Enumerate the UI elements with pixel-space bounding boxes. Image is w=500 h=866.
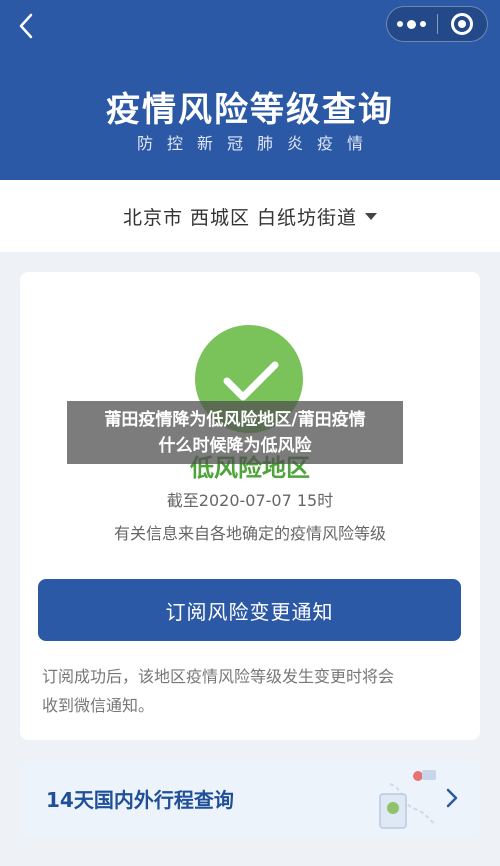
- travel-query-card[interactable]: 14天国内外行程查询: [20, 760, 480, 836]
- page-title: 疫情风险等级查询: [106, 90, 394, 130]
- target-icon: [451, 13, 474, 35]
- map-route-illustration-icon: [379, 770, 436, 829]
- headline-overlay: 莆田疫情降为低风险地区/莆田疫情 什么时候降为低风险: [67, 401, 403, 464]
- page-subtitle: 防控新冠肺炎疫情: [136, 134, 377, 153]
- close-miniprogram-button[interactable]: [438, 7, 488, 41]
- subscribe-note-line1: 订阅成功后，该地区疫情风险等级发生变更时将会: [42, 667, 395, 686]
- chevron-right-icon: [446, 788, 458, 808]
- back-button[interactable]: [14, 12, 38, 40]
- travel-query-label: 14天国内外行程查询: [46, 788, 234, 812]
- location-text: 北京市 西城区 白纸坊街道: [122, 206, 358, 229]
- update-time: 截至2020-07-07 15时: [166, 491, 334, 510]
- mini-program-capsule: [386, 6, 488, 42]
- caret-down-icon: [365, 212, 378, 220]
- headline-line1: 莆田疫情降为低风险地区/莆田疫情: [104, 409, 366, 430]
- more-button[interactable]: [387, 7, 437, 41]
- subscribe-note: 订阅成功后，该地区疫情风险等级发生变更时将会 收到微信通知。: [42, 662, 458, 720]
- header: 疫情风险等级查询 防控新冠肺炎疫情: [0, 0, 500, 180]
- headline-line2: 什么时候降为低风险: [158, 435, 312, 456]
- more-icon: [397, 19, 427, 29]
- risk-card: 低风险地区 截至2020-07-07 15时 有关信息来自各地确定的疫情风险等级…: [20, 272, 480, 740]
- subscribe-button[interactable]: 订阅风险变更通知: [38, 579, 461, 641]
- location-selector[interactable]: 北京市 西城区 白纸坊街道: [0, 180, 500, 252]
- info-source: 有关信息来自各地确定的疫情风险等级: [113, 524, 386, 543]
- chevron-left-icon: [19, 13, 33, 39]
- subscribe-note-line2: 收到微信通知。: [42, 696, 155, 715]
